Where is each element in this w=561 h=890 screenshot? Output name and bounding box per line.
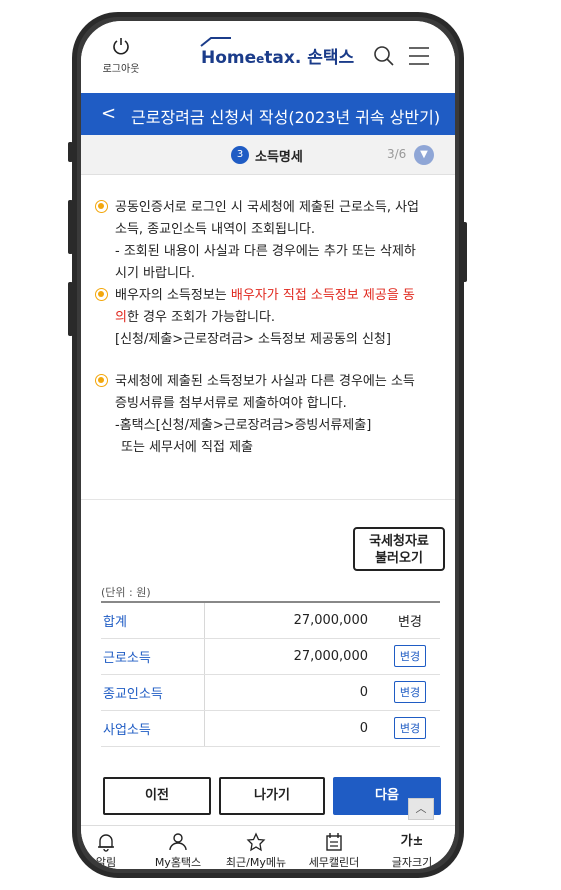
- income-table: 합계 27,000,000 변경 근로소득 27,000,000 변경 종교인소…: [101, 601, 440, 747]
- notice-text: 배우자의 소득정보는 배우자가 직접 소득정보 제공을 동: [115, 285, 445, 307]
- section-divider: [81, 499, 455, 500]
- notice-item: 배우자의 소득정보는 배우자가 직접 소득정보 제공을 동 의한 경우 조회가 …: [95, 285, 445, 351]
- tab-alarm[interactable]: 알림: [81, 832, 141, 869]
- row-label: 사업소득: [101, 710, 205, 747]
- notice-item: 국세청에 제출된 소득정보가 사실과 다른 경우에는 소득 증빙서류를 첨부서류…: [95, 371, 445, 459]
- tab-my-hometax[interactable]: My홈택스: [143, 832, 213, 869]
- person-icon: [169, 833, 187, 851]
- app-header: 로그아웃 Homeetax. 손택스: [81, 21, 455, 87]
- exit-button[interactable]: 나가기: [219, 777, 325, 815]
- prev-button[interactable]: 이전: [103, 777, 211, 815]
- change-label: 변경: [398, 614, 422, 630]
- font-size-icon: 가±: [400, 834, 424, 849]
- calendar-icon: [326, 833, 342, 851]
- notice-text-highlight: 배우자가 직접 소득정보 제공을 동: [230, 288, 415, 303]
- fetch-button-line2: 불러오기: [375, 551, 423, 566]
- row-amount: 0: [204, 710, 380, 747]
- table-row: 합계 27,000,000 변경: [101, 601, 440, 639]
- notice-text-normal: 한 경우 조회가 가능합니다.: [126, 310, 276, 325]
- logo-sontax: 손택스: [307, 48, 355, 68]
- phone-frame: 로그아웃 Homeetax. 손택스 < 근로장려금 신청서 작성(2023년: [72, 12, 464, 878]
- notice-text: 또는 세무서에 직접 제출: [121, 440, 253, 455]
- tab-recent-menu[interactable]: 최근/My메뉴: [221, 832, 291, 869]
- notice-text: [신청/제출>근로장려금> 소득정보 제공동의 신청]: [115, 332, 391, 347]
- tab-label: 알림: [95, 856, 117, 869]
- table-row: 사업소득 0 변경: [101, 710, 440, 747]
- screen: 로그아웃 Homeetax. 손택스 < 근로장려금 신청서 작성(2023년: [81, 21, 455, 869]
- row-amount: 27,000,000: [204, 601, 380, 639]
- power-icon: [113, 38, 129, 55]
- notice-text: -홈택스[신청/제출>근로장려금>증빙서류제출]: [115, 418, 372, 433]
- notice-text: 시기 바랍니다.: [115, 266, 196, 281]
- tab-label: 최근/My메뉴: [225, 856, 287, 869]
- chevron-down-icon[interactable]: ▼: [414, 145, 434, 165]
- step-indicator: 3 소득명세 3/6 ▼: [81, 135, 455, 175]
- unit-label: (단위 : 원): [101, 586, 151, 599]
- change-button[interactable]: 변경: [393, 717, 427, 739]
- bullet-icon: [95, 288, 108, 301]
- step-label: 소득명세: [255, 150, 303, 165]
- back-button[interactable]: <: [101, 103, 116, 124]
- search-icon[interactable]: [373, 45, 395, 67]
- row-label: 근로소득: [101, 638, 205, 675]
- notice-item: 공동인증서로 로그인 시 국세청에 제출된 근로소득, 사업 소득, 종교인소득…: [95, 197, 445, 285]
- notice-text: - 조회된 내용이 사실과 다른 경우에는 추가 또는 삭제하: [115, 244, 416, 259]
- notice-text-highlight: 의: [115, 310, 127, 325]
- bell-icon: [98, 834, 114, 852]
- table-row: 근로소득 27,000,000 변경: [101, 638, 440, 675]
- star-icon: [246, 832, 266, 852]
- page-title: 근로장려금 신청서 작성(2023년 귀속 상반기): [131, 108, 441, 127]
- notice-text: 국세청에 제출된 소득정보가 사실과 다른 경우에는 소득: [115, 374, 415, 389]
- page-title-bar: < 근로장려금 신청서 작성(2023년 귀속 상반기): [81, 93, 455, 135]
- row-label: 종교인소득: [101, 674, 205, 711]
- row-label: 합계: [101, 601, 205, 639]
- step-number-badge: 3: [231, 146, 249, 164]
- tab-label: My홈택스: [154, 856, 202, 869]
- logo-home: Home: [201, 48, 257, 68]
- logout-button[interactable]: 로그아웃: [99, 37, 143, 75]
- tab-tax-calendar[interactable]: 세무캘린더: [299, 832, 369, 869]
- hometax-logo[interactable]: Homeetax. 손택스: [201, 43, 354, 68]
- bottom-tab-bar: 알림 My홈택스 최근/My메뉴 세무캘린더 가± 글자크기: [81, 825, 455, 869]
- menu-icon[interactable]: [407, 45, 431, 67]
- tab-label: 글자크기: [391, 856, 433, 869]
- step-count: 3/6: [387, 147, 407, 161]
- change-button[interactable]: 변경: [393, 645, 427, 667]
- notice-text: 증빙서류를 첨부서류로 제출하여야 합니다.: [115, 396, 347, 411]
- notice-text: 공동인증서로 로그인 시 국세청에 제출된 근로소득, 사업: [115, 200, 420, 215]
- notice-text: 소득, 종교인소득 내역이 조회됩니다.: [115, 222, 316, 237]
- scroll-top-icon[interactable]: ︿: [408, 798, 434, 820]
- change-button[interactable]: 변경: [393, 681, 427, 703]
- bullet-icon: [95, 374, 108, 387]
- bullet-icon: [95, 200, 108, 213]
- tab-label: 세무캘린더: [308, 856, 360, 869]
- notice-list: 공동인증서로 로그인 시 국세청에 제출된 근로소득, 사업 소득, 종교인소득…: [95, 197, 445, 467]
- fetch-button-line1: 국세청자료: [369, 534, 429, 549]
- logo-tax: tax.: [264, 48, 302, 68]
- row-amount: 27,000,000: [204, 638, 380, 675]
- fetch-nts-data-button[interactable]: 국세청자료 불러오기: [353, 527, 445, 571]
- row-amount: 0: [204, 674, 380, 711]
- logout-label: 로그아웃: [102, 64, 140, 75]
- tab-font-size[interactable]: 가± 글자크기: [377, 832, 447, 869]
- notice-text: 의한 경우 조회가 가능합니다.: [115, 307, 445, 329]
- notice-text-normal: 배우자의 소득정보는: [115, 288, 231, 303]
- table-row: 종교인소득 0 변경: [101, 674, 440, 711]
